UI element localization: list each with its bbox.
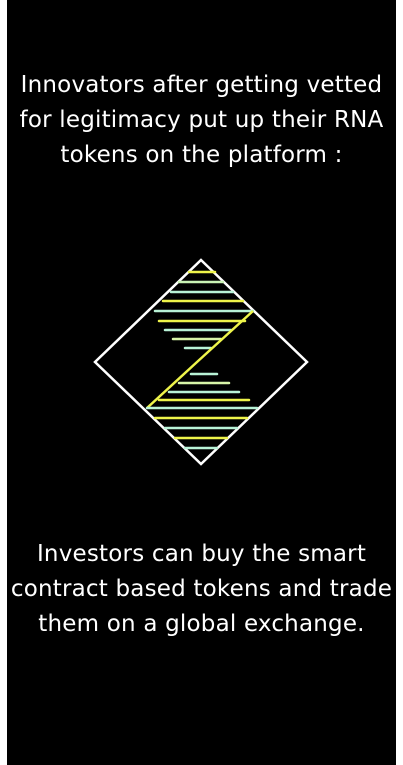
logo-z-diagonal [146, 310, 254, 409]
intro-caption: Innovators after getting vetted for legi… [19, 72, 384, 168]
logo-lower-stripes [145, 372, 259, 450]
onboarding-screen: Innovators after getting vetted for legi… [7, 0, 396, 765]
logo-diamond-outline [93, 258, 309, 466]
outro-caption: Investors can buy the smart contract bas… [10, 541, 393, 637]
logo-upper-stripes [153, 270, 255, 350]
diamond-z-logo-icon [93, 258, 309, 466]
